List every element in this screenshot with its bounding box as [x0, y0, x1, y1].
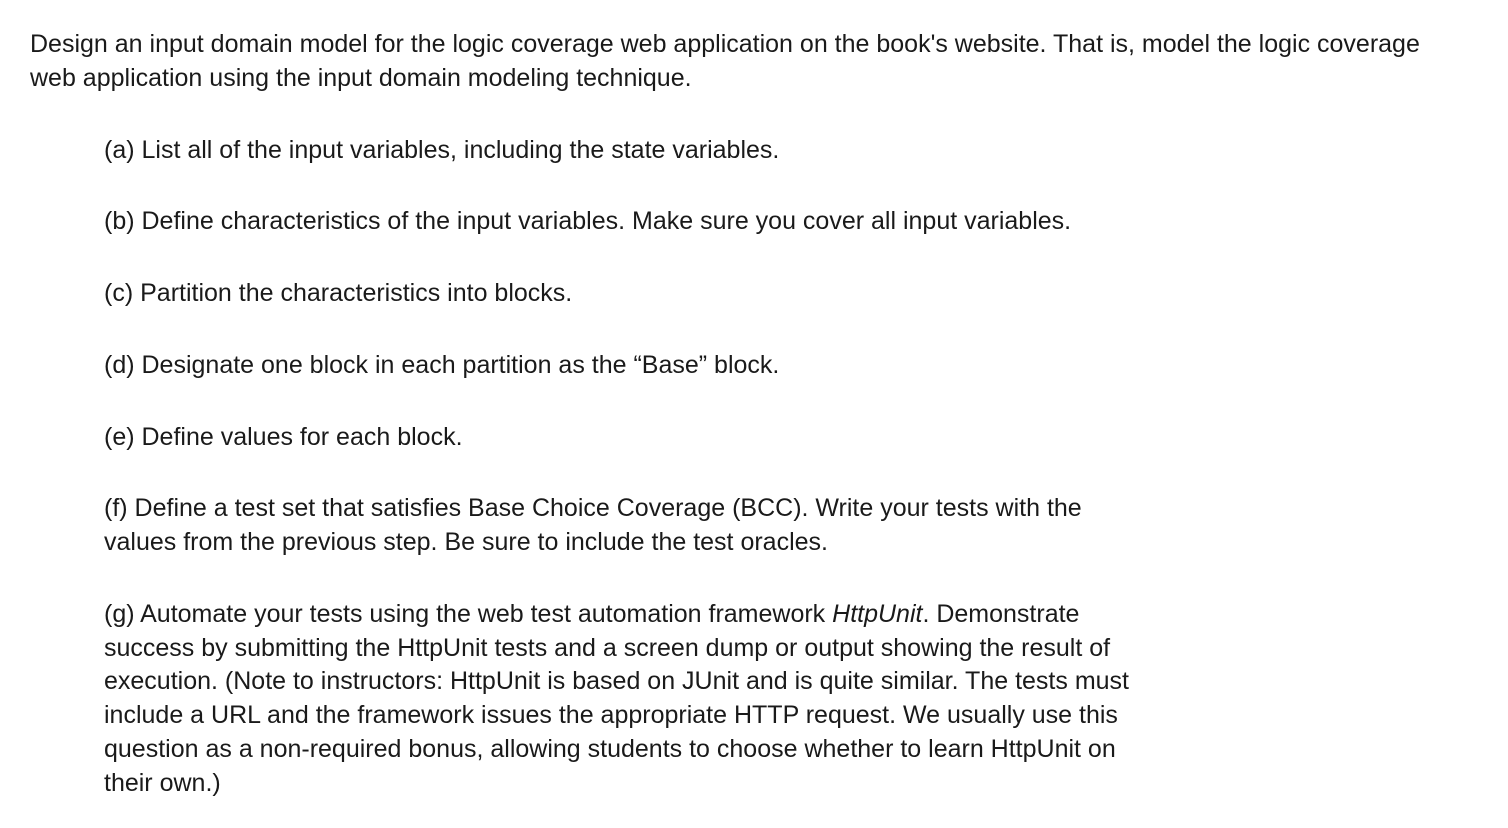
subquestion-d: (d) Designate one block in each partitio… — [104, 349, 1160, 383]
subquestion-emphasis: HttpUnit — [832, 600, 922, 628]
subquestion-c: (c) Partition the characteristics into b… — [104, 277, 1160, 311]
subquestion-text: List all of the input variables, includi… — [142, 136, 780, 164]
subquestion-a: (a) List all of the input variables, inc… — [104, 134, 1160, 168]
subquestion-label: (c) — [104, 279, 140, 307]
question-intro: Design an input domain model for the log… — [30, 28, 1470, 96]
subquestion-list: (a) List all of the input variables, inc… — [30, 134, 1160, 801]
subquestion-label: (a) — [104, 136, 142, 164]
subquestion-f: (f) Define a test set that satisfies Bas… — [104, 492, 1160, 560]
subquestion-label: (f) — [104, 494, 135, 522]
subquestion-label: (g) — [104, 600, 140, 628]
subquestion-text: Define a test set that satisfies Base Ch… — [104, 494, 1082, 556]
subquestion-text: Define characteristics of the input vari… — [142, 207, 1072, 235]
subquestion-label: (e) — [104, 423, 142, 451]
subquestion-text-after: . Demonstrate success by submitting the … — [104, 600, 1129, 797]
subquestion-label: (b) — [104, 207, 142, 235]
subquestion-text: Partition the characteristics into block… — [140, 279, 572, 307]
subquestion-text-before: Automate your tests using the web test a… — [140, 600, 832, 628]
subquestion-e: (e) Define values for each block. — [104, 421, 1160, 455]
subquestion-text: Designate one block in each partition as… — [142, 351, 780, 379]
subquestion-b: (b) Define characteristics of the input … — [104, 205, 1160, 239]
subquestion-g: (g) Automate your tests using the web te… — [104, 598, 1160, 801]
subquestion-text: Define values for each block. — [142, 423, 463, 451]
subquestion-label: (d) — [104, 351, 142, 379]
